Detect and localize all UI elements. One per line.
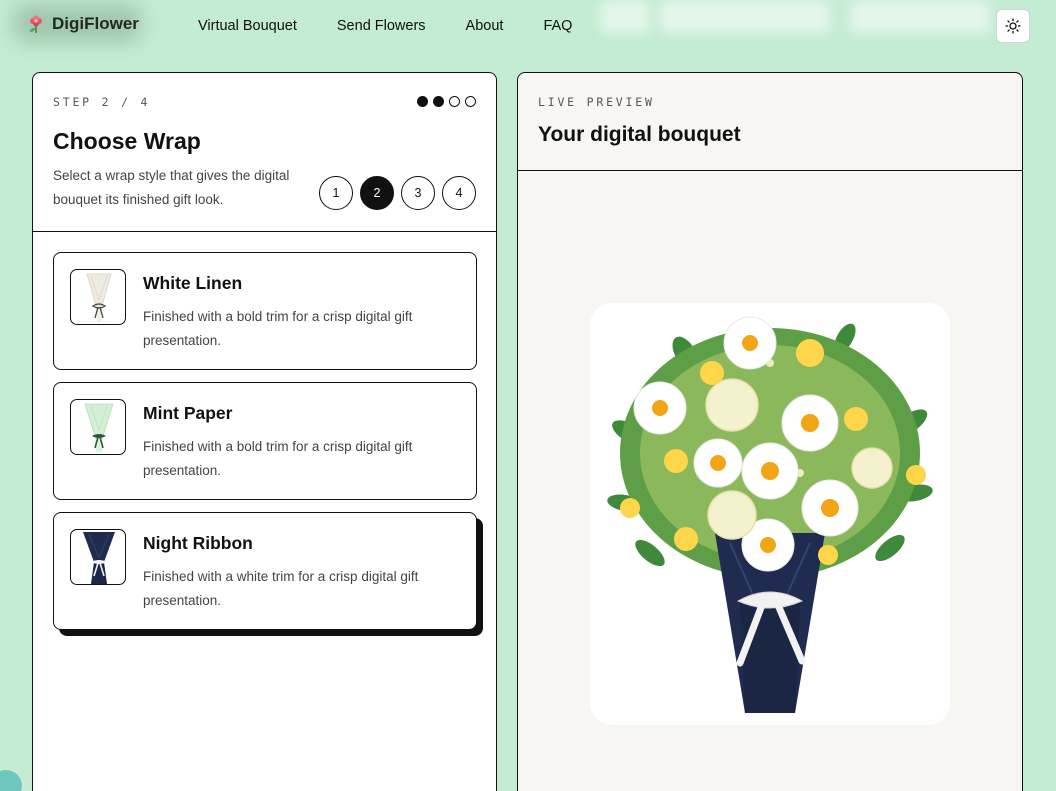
wrap-options-list: White Linen Finished with a bold trim fo… [53, 252, 477, 642]
step-button-2[interactable]: 2 [360, 176, 394, 210]
wrap-option-name: Mint Paper [143, 403, 233, 423]
wrap-thumbnail [70, 529, 126, 585]
sun-icon [1005, 18, 1021, 34]
wrap-option-name: Night Ribbon [143, 533, 253, 553]
progress-dot [433, 96, 444, 107]
wrap-option-description: Finished with a bold trim for a crisp di… [143, 439, 413, 478]
flower-logo-icon [26, 14, 46, 34]
bouquet-illustration [607, 316, 933, 713]
floating-help-button[interactable] [0, 770, 22, 791]
brand-name: DigiFlower [52, 14, 139, 33]
progress-dots [417, 96, 476, 107]
step-button-4[interactable]: 4 [442, 176, 476, 210]
step-button-3[interactable]: 3 [401, 176, 435, 210]
wrap-thumbnail [70, 269, 126, 325]
theme-toggle-button[interactable] [996, 9, 1030, 43]
progress-dot [465, 96, 476, 107]
step-description: Select a wrap style that gives the digit… [53, 168, 290, 207]
wrap-option-name: White Linen [143, 273, 243, 293]
step-button-1[interactable]: 1 [319, 176, 353, 210]
nav-link-send-flowers[interactable]: Send Flowers [337, 18, 426, 34]
header-blur-decoration [660, 0, 830, 34]
header-blur-decoration [600, 0, 650, 34]
preview-label: LIVE PREVIEW [538, 95, 655, 109]
step-label: STEP 2 / 4 [53, 95, 151, 109]
nav-link-virtual-bouquet[interactable]: Virtual Bouquet [198, 18, 297, 34]
bouquet-preview-card [590, 303, 950, 725]
step-header: STEP 2 / 4 Choose Wrap Select a wrap sty… [33, 73, 496, 232]
header-blur-decoration [850, 0, 990, 34]
live-preview-panel: LIVE PREVIEW Your digital bouquet [517, 72, 1023, 791]
wrap-selection-panel: STEP 2 / 4 Choose Wrap Select a wrap sty… [32, 72, 497, 791]
preview-title: Your digital bouquet [538, 123, 741, 146]
step-navigator: 1 2 3 4 [319, 176, 476, 210]
wrap-option-night-ribbon[interactable]: Night Ribbon Finished with a white trim … [53, 512, 477, 630]
preview-header: LIVE PREVIEW Your digital bouquet [518, 73, 1022, 171]
brand-logo-link[interactable]: DigiFlower [26, 14, 139, 34]
progress-dot [417, 96, 428, 107]
wrap-option-white-linen[interactable]: White Linen Finished with a bold trim fo… [53, 252, 477, 370]
step-title: Choose Wrap [53, 128, 201, 154]
progress-dot [449, 96, 460, 107]
wrap-option-mint-paper[interactable]: Mint Paper Finished with a bold trim for… [53, 382, 477, 500]
top-navigation-bar: DigiFlower Virtual Bouquet Send Flowers … [0, 0, 1056, 52]
nav-link-faq[interactable]: FAQ [543, 18, 572, 34]
wrap-option-description: Finished with a white trim for a crisp d… [143, 569, 419, 608]
wrap-option-description: Finished with a bold trim for a crisp di… [143, 309, 413, 348]
nav-link-about[interactable]: About [466, 18, 504, 34]
main-nav: Virtual Bouquet Send Flowers About FAQ [198, 18, 572, 34]
wrap-thumbnail [70, 399, 126, 455]
